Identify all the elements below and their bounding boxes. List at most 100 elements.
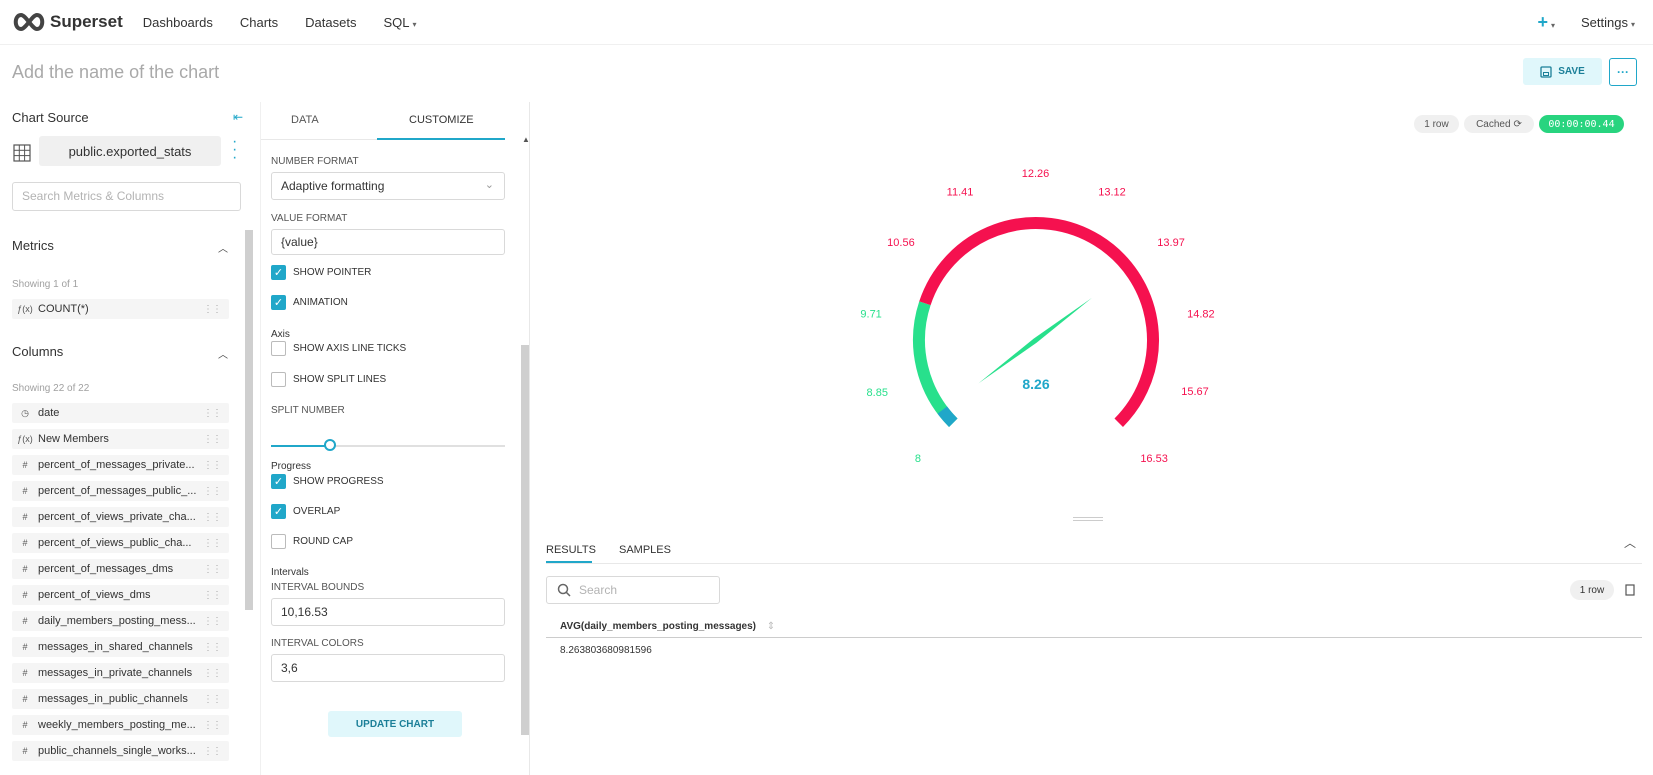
interval-colors-input[interactable]: 3,6 <box>271 654 505 682</box>
gauge-tick-label: 16.53 <box>1140 453 1168 465</box>
dataset-selector[interactable]: public.exported_stats <box>39 136 221 166</box>
column-item[interactable]: ◷ date ⋮⋮ <box>12 403 229 423</box>
nav-charts[interactable]: Charts <box>240 15 278 30</box>
copy-icon[interactable] <box>1625 584 1635 596</box>
results-search-input[interactable]: Search <box>546 576 720 604</box>
drag-handle-icon[interactable]: ⋮⋮ <box>203 694 222 705</box>
metrics-columns-search-input[interactable]: Search Metrics & Columns <box>12 182 241 211</box>
metrics-section-title[interactable]: Metrics <box>12 238 54 253</box>
timer-badge: 00:00:00.44 <box>1539 115 1624 133</box>
drag-handle-icon[interactable]: ⋮⋮ <box>203 512 222 523</box>
drag-handle-icon[interactable]: ⋮⋮ <box>203 590 222 601</box>
column-item[interactable]: # weekly_members_posting_me... ⋮⋮ <box>12 715 229 735</box>
tab-samples[interactable]: SAMPLES <box>619 544 671 556</box>
save-button[interactable]: SAVE <box>1523 58 1602 85</box>
active-tab-indicator <box>546 561 592 563</box>
tab-customize[interactable]: CUSTOMIZE <box>409 114 474 126</box>
metric-item[interactable]: ƒ(x) COUNT(*) ⋮⋮ <box>12 299 229 319</box>
chevron-down-icon: ▾ <box>1630 19 1635 29</box>
scroll-up-arrow-icon[interactable]: ▲ <box>522 135 530 144</box>
drag-handle-icon[interactable]: ⋮⋮ <box>203 460 222 471</box>
superset-logo[interactable]: Superset <box>12 12 123 32</box>
settings-menu[interactable]: Settings ▾ <box>1581 15 1635 30</box>
column-item[interactable]: # percent_of_messages_public_... ⋮⋮ <box>12 481 229 501</box>
nav-sql[interactable]: SQL ▾ <box>383 15 416 30</box>
chevron-up-icon[interactable]: ︿ <box>218 346 228 361</box>
function-icon: ƒ(x) <box>17 304 33 314</box>
drag-handle-icon[interactable]: ⋮⋮ <box>203 304 222 315</box>
chevron-up-icon[interactable]: ︿ <box>218 240 228 255</box>
results-column-header[interactable]: AVG(daily_members_posting_messages) ⇕ <box>560 621 775 632</box>
gauge-tick-label: 9.71 <box>860 309 881 321</box>
column-item[interactable]: ƒ(x) New Members ⋮⋮ <box>12 429 229 449</box>
drag-handle-icon[interactable]: ⋮⋮ <box>203 538 222 549</box>
column-item[interactable]: # messages_in_private_channels ⋮⋮ <box>12 663 229 683</box>
column-item[interactable]: # percent_of_messages_private... ⋮⋮ <box>12 455 229 475</box>
axis-section-label: Axis <box>271 329 290 340</box>
column-item[interactable]: # messages_in_public_channels ⋮⋮ <box>12 689 229 709</box>
column-item[interactable]: # daily_members_posting_mess... ⋮⋮ <box>12 611 229 631</box>
row-count-badge: 1 row <box>1414 115 1459 133</box>
drag-handle-icon[interactable]: ⋮⋮ <box>203 642 222 653</box>
control-panel-scrollbar[interactable] <box>521 345 529 735</box>
chevron-up-icon[interactable]: ︿ <box>1624 534 1636 551</box>
collapse-panel-icon[interactable]: ⇤ <box>233 110 243 124</box>
update-chart-button[interactable]: UPDATE CHART <box>328 711 462 737</box>
drag-handle-icon[interactable]: ⋮⋮ <box>203 434 222 445</box>
drag-handle-icon[interactable]: ⋮⋮ <box>203 720 222 731</box>
value-format-input[interactable]: {value} <box>271 229 505 255</box>
drag-handle-icon[interactable]: ⋮⋮ <box>203 564 222 575</box>
nav-datasets[interactable]: Datasets <box>305 15 356 30</box>
gauge-interval-arc-1 <box>919 217 1159 427</box>
gauge-tick-label: 13.97 <box>1157 237 1185 249</box>
more-actions-button[interactable]: ··· <box>1609 58 1637 86</box>
drag-handle-icon[interactable]: ⋮⋮ <box>203 746 222 757</box>
datasource-scrollbar[interactable] <box>245 230 253 610</box>
gauge-tick-label: 15.67 <box>1181 386 1209 398</box>
drag-handle-icon[interactable]: ⋮⋮ <box>203 668 222 679</box>
show-split-lines-checkbox[interactable]: SHOW SPLIT LINES <box>271 372 386 387</box>
new-menu[interactable]: + ▾ <box>1537 12 1555 33</box>
progress-section-label: Progress <box>271 461 312 472</box>
resize-handle[interactable] <box>1073 517 1103 521</box>
hash-icon: # <box>22 616 28 626</box>
overlap-checkbox[interactable]: ✓ OVERLAP <box>271 504 340 519</box>
column-item[interactable]: # percent_of_messages_dms ⋮⋮ <box>12 559 229 579</box>
column-item[interactable]: # messages_in_shared_channels ⋮⋮ <box>12 637 229 657</box>
number-format-select[interactable]: Adaptive formatting ⌄ <box>271 172 505 200</box>
number-format-value: Adaptive formatting <box>281 179 385 193</box>
column-label: date <box>38 407 60 419</box>
top-navbar: Superset Dashboards Charts Datasets SQL ▾… <box>0 0 1653 45</box>
columns-section-title[interactable]: Columns <box>12 344 63 359</box>
checkmark-icon: ✓ <box>271 295 286 310</box>
column-item[interactable]: # percent_of_views_public_cha... ⋮⋮ <box>12 533 229 553</box>
tab-results[interactable]: RESULTS <box>546 544 596 556</box>
show-axis-line-ticks-label: SHOW AXIS LINE TICKS <box>293 343 407 354</box>
interval-bounds-input[interactable]: 10,16.53 <box>271 598 505 626</box>
gauge-tick-label: 14.82 <box>1187 309 1215 321</box>
column-label: messages_in_private_channels <box>38 667 193 679</box>
round-cap-checkbox[interactable]: ROUND CAP <box>271 534 353 549</box>
column-label: daily_members_posting_mess... <box>38 615 196 627</box>
show-progress-checkbox[interactable]: ✓ SHOW PROGRESS <box>271 474 384 489</box>
column-item[interactable]: # percent_of_views_private_cha... ⋮⋮ <box>12 507 229 527</box>
hash-icon: # <box>22 694 28 704</box>
hash-icon: # <box>22 512 28 522</box>
nav-dashboards[interactable]: Dashboards <box>143 15 213 30</box>
animation-checkbox[interactable]: ✓ ANIMATION <box>271 295 348 310</box>
column-item[interactable]: # public_channels_single_works... ⋮⋮ <box>12 741 229 761</box>
split-number-slider-handle[interactable] <box>324 439 336 451</box>
gauge-value-label: 8.26 <box>1022 376 1049 392</box>
show-axis-line-ticks-checkbox[interactable]: SHOW AXIS LINE TICKS <box>271 341 406 356</box>
drag-handle-icon[interactable]: ⋮⋮ <box>203 486 222 497</box>
drag-handle-icon[interactable]: ⋮⋮ <box>203 408 222 419</box>
column-label: percent_of_messages_private... <box>38 459 195 471</box>
dataset-menu-icon[interactable]: · · · <box>232 134 237 166</box>
cached-badge[interactable]: Cached ⟳ <box>1464 115 1534 133</box>
tab-data[interactable]: DATA <box>291 114 319 126</box>
drag-handle-icon[interactable]: ⋮⋮ <box>203 616 222 627</box>
column-item[interactable]: # percent_of_views_dms ⋮⋮ <box>12 585 229 605</box>
show-pointer-checkbox[interactable]: ✓ SHOW POINTER <box>271 265 371 280</box>
column-label: percent_of_views_public_cha... <box>38 537 192 549</box>
chart-name-input[interactable]: Add the name of the chart <box>12 62 219 83</box>
